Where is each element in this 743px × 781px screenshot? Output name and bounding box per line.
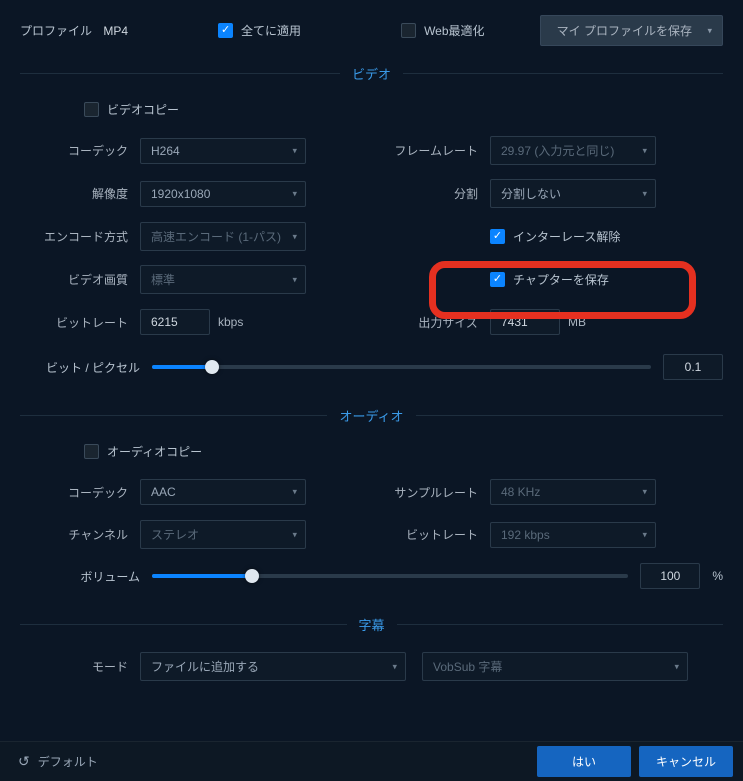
bpp-value[interactable]: 0.1 [663,354,723,380]
volume-slider[interactable] [152,574,628,578]
default-button[interactable]: ↺ デフォルト [10,749,106,774]
split-select[interactable]: 分割しない [490,179,656,208]
samplerate-label: サンプルレート [370,484,490,501]
save-profile-button[interactable]: マイ プロファイルを保存 [540,15,723,46]
encode-label: エンコード方式 [20,228,140,245]
bpp-label: ビット / ピクセル [20,359,140,376]
checkbox-empty-icon [401,23,416,38]
subtitle-mode-select[interactable]: ファイルに追加する [140,652,406,681]
bitrate-unit: kbps [218,315,243,329]
slider-thumb-icon [245,569,259,583]
resolution-select[interactable]: 1920x1080 [140,181,306,207]
check-icon [218,23,233,38]
quality-label: ビデオ画質 [20,271,140,288]
video-copy-checkbox[interactable] [84,102,99,117]
profile-label: プロファイル MP4 [20,22,128,39]
web-optimize-checkbox[interactable]: Web最適化 [401,22,484,39]
volume-unit: % [712,569,723,583]
slider-thumb-icon [205,360,219,374]
codec-label: コーデック [20,142,140,159]
split-label: 分割 [370,185,490,202]
video-section-title: ビデオ [352,64,391,83]
samplerate-select[interactable]: 48 KHz [490,479,656,505]
audio-bitrate-select[interactable]: 192 kbps [490,522,656,548]
subtitle-mode-label: モード [20,658,140,675]
ok-button[interactable]: はい [537,746,631,777]
encode-select[interactable]: 高速エンコード (1-パス) [140,222,306,251]
output-size-label: 出力サイズ [370,314,490,331]
volume-value[interactable]: 100 [640,563,700,589]
audio-codec-select[interactable]: AAC [140,479,306,505]
audio-bitrate-label: ビットレート [370,526,490,543]
output-size-input[interactable] [490,309,560,335]
video-bitrate-label: ビットレート [20,314,140,331]
apply-all-checkbox[interactable]: 全てに適用 [218,22,301,39]
reset-icon: ↺ [18,753,30,770]
video-bitrate-input[interactable] [140,309,210,335]
audio-section-title: オーディオ [339,406,403,425]
check-icon [490,229,505,244]
channel-label: チャンネル [20,526,140,543]
profile-value: MP4 [103,24,128,38]
audio-codec-label: コーデック [20,484,140,501]
output-unit: MB [568,315,586,329]
codec-select[interactable]: H264 [140,138,306,164]
framerate-label: フレームレート [370,142,490,159]
channel-select[interactable]: ステレオ [140,520,306,549]
save-chapter-checkbox[interactable]: チャプターを保存 [490,271,609,288]
subtitle-section-title: 字幕 [359,615,385,634]
quality-select[interactable]: 標準 [140,265,306,294]
audio-copy-label: オーディオコピー [107,443,202,460]
resolution-label: 解像度 [20,185,140,202]
volume-label: ボリューム [20,568,140,585]
check-icon [490,272,505,287]
audio-copy-checkbox[interactable] [84,444,99,459]
cancel-button[interactable]: キャンセル [639,746,733,777]
framerate-select[interactable]: 29.97 (入力元と同じ) [490,136,656,165]
deinterlace-checkbox[interactable]: インターレース解除 [490,228,620,245]
bpp-slider[interactable] [152,365,651,369]
subtitle-type-select[interactable]: VobSub 字幕 [422,652,688,681]
video-copy-label: ビデオコピー [107,101,179,118]
